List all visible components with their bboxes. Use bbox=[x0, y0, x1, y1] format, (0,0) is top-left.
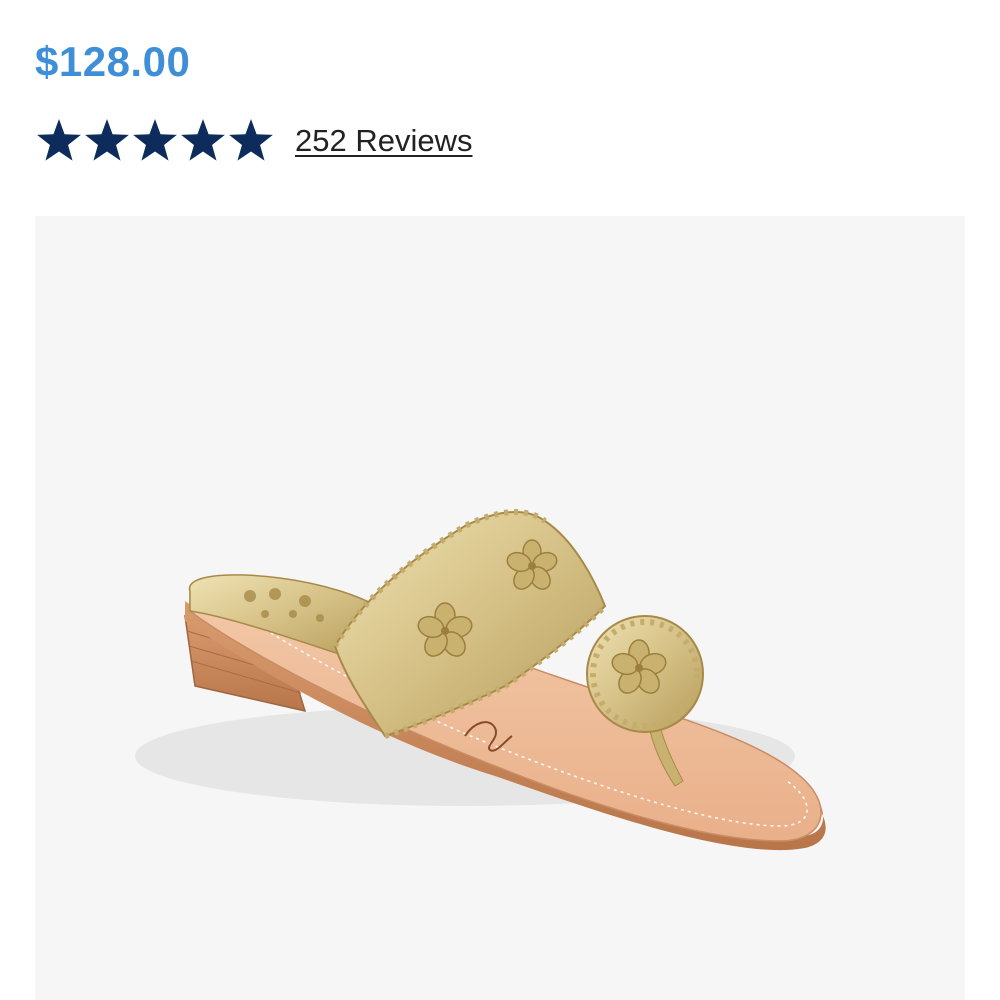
star-icon bbox=[35, 117, 83, 165]
star-rating[interactable] bbox=[35, 117, 275, 165]
toe-medallion bbox=[586, 615, 704, 733]
star-icon bbox=[179, 117, 227, 165]
star-icon bbox=[131, 117, 179, 165]
rating-row: 252 Reviews bbox=[35, 115, 472, 167]
product-detail-page: $128.00 252 Reviews bbox=[0, 0, 1000, 1000]
product-image[interactable] bbox=[35, 216, 965, 1000]
star-icon bbox=[227, 117, 275, 165]
product-price: $128.00 bbox=[35, 38, 191, 85]
star-icon bbox=[83, 117, 131, 165]
reviews-link[interactable]: 252 Reviews bbox=[295, 121, 472, 161]
sandal-illustration bbox=[135, 508, 826, 851]
